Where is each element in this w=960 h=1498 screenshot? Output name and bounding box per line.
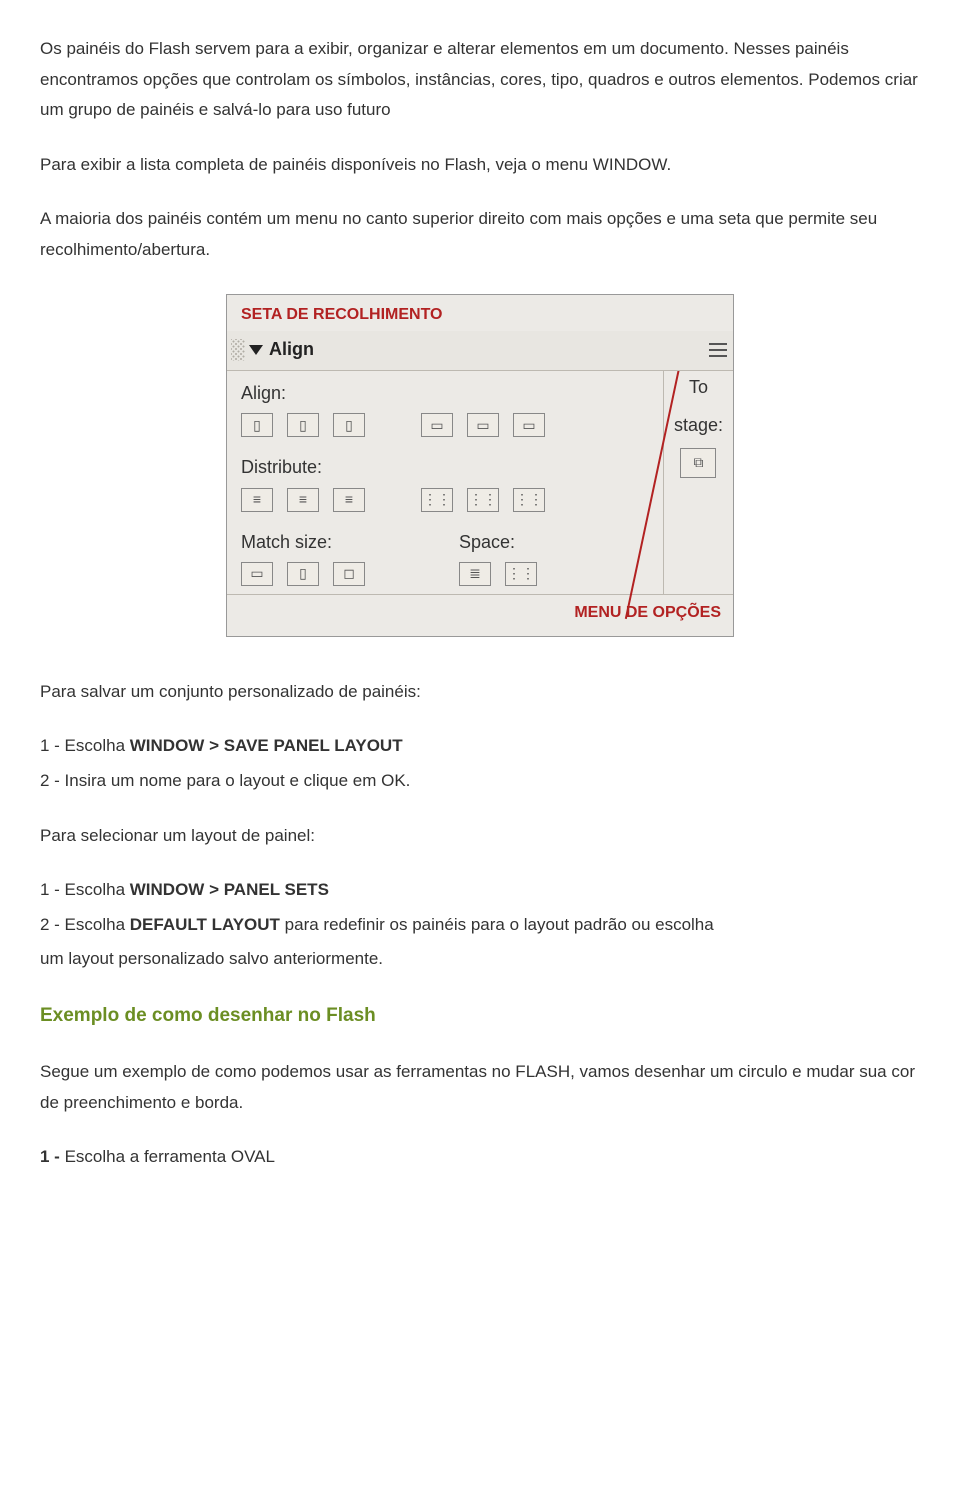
menu-path: WINDOW > PANEL SETS (130, 880, 329, 899)
to-stage-label-1: To (689, 371, 708, 403)
paragraph: Para exibir a lista completa de painéis … (40, 150, 920, 181)
menu-path: DEFAULT LAYOUT (130, 915, 280, 934)
space-label: Space: (445, 520, 663, 558)
align-top-icon[interactable]: ▭ (421, 413, 453, 437)
paragraph: Para salvar um conjunto personalizado de… (40, 677, 920, 708)
dist-vcenter-icon[interactable]: ≡ (287, 488, 319, 512)
text: 1 - Escolha (40, 736, 130, 755)
space-horiz-icon[interactable]: ⋮⋮ (505, 562, 537, 586)
match-size-label: Match size: (227, 520, 445, 558)
list-item: 2 - Insira um nome para o layout e cliqu… (40, 766, 920, 797)
panel-title: Align (269, 333, 314, 365)
dist-bottom-icon[interactable]: ≡ (333, 488, 365, 512)
align-vcenter-icon[interactable]: ▭ (467, 413, 499, 437)
align-panel-figure: SETA DE RECOLHIMENTO Align Align: ▯ ▯ ▯ … (40, 294, 920, 637)
menu-path: WINDOW > SAVE PANEL LAYOUT (130, 736, 403, 755)
paragraph: A maioria dos painéis contém um menu no … (40, 204, 920, 265)
list-item: 1 - Escolha WINDOW > SAVE PANEL LAYOUT (40, 731, 920, 762)
paragraph: Para selecionar um layout de painel: (40, 821, 920, 852)
step-number: 1 - (40, 1147, 65, 1166)
dist-right-icon[interactable]: ⋮⋮ (513, 488, 545, 512)
align-label: Align: (227, 371, 663, 409)
dist-left-icon[interactable]: ⋮⋮ (421, 488, 453, 512)
align-right-icon[interactable]: ▯ (333, 413, 365, 437)
match-width-icon[interactable]: ▭ (241, 562, 273, 586)
list-item: 1 - Escolha WINDOW > PANEL SETS (40, 875, 920, 906)
dist-hcenter-icon[interactable]: ⋮⋮ (467, 488, 499, 512)
text: para redefinir os painéis para o layout … (280, 915, 714, 934)
paragraph: Os painéis do Flash servem para a exibir… (40, 34, 920, 126)
match-height-icon[interactable]: ▯ (287, 562, 319, 586)
to-stage-label-2: stage: (674, 409, 723, 441)
caption-top: SETA DE RECOLHIMENTO (227, 295, 733, 332)
text: Escolha a ferramenta OVAL (65, 1147, 275, 1166)
align-hcenter-icon[interactable]: ▯ (287, 413, 319, 437)
list-item: 1 - Escolha a ferramenta OVAL (40, 1142, 920, 1173)
space-vert-icon[interactable]: ≣ (459, 562, 491, 586)
align-bottom-icon[interactable]: ▭ (513, 413, 545, 437)
list-item: 2 - Escolha DEFAULT LAYOUT para redefini… (40, 910, 920, 941)
panel-menu-icon[interactable] (709, 343, 727, 357)
list-item: um layout personalizado salvo anteriorme… (40, 944, 920, 975)
align-left-icon[interactable]: ▯ (241, 413, 273, 437)
distribute-label: Distribute: (227, 445, 663, 483)
text: 1 - Escolha (40, 880, 130, 899)
caption-bottom: MENU DE OPÇÕES (227, 594, 733, 636)
section-heading: Exemplo de como desenhar no Flash (40, 999, 920, 1033)
collapse-arrow-icon[interactable] (249, 345, 263, 355)
panel-titlebar[interactable]: Align (227, 331, 733, 370)
match-both-icon[interactable]: ◻ (333, 562, 365, 586)
text: 2 - Escolha (40, 915, 130, 934)
paragraph: Segue um exemplo de como podemos usar as… (40, 1057, 920, 1118)
grip-icon (231, 339, 245, 361)
align-panel: SETA DE RECOLHIMENTO Align Align: ▯ ▯ ▯ … (226, 294, 734, 637)
dist-top-icon[interactable]: ≡ (241, 488, 273, 512)
to-stage-icon[interactable]: ⧉ (680, 448, 716, 478)
